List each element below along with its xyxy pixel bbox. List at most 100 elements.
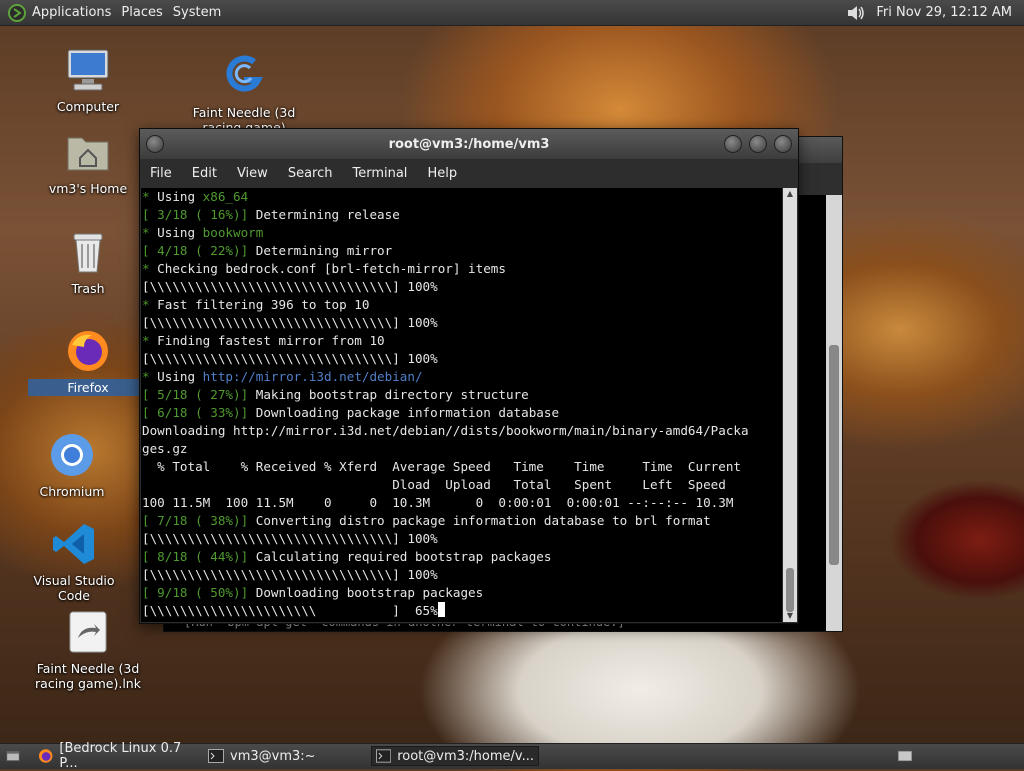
desktop-icon-chromium[interactable]: Chromium	[12, 431, 132, 500]
firefox-icon	[68, 331, 108, 371]
terminal-titlebar[interactable]: root@vm3:/home/vm3	[140, 129, 798, 159]
chromium-icon	[51, 434, 93, 476]
terminal-text: *	[142, 189, 158, 204]
desktop-icon-label: Trash	[71, 281, 105, 296]
faint-needle-icon	[226, 55, 263, 92]
terminal-line: [ 7/18 ( 38%)] Converting distro package…	[141, 512, 782, 530]
desktop-icon-computer[interactable]: Computer	[28, 46, 148, 115]
terminal-menubar: File Edit View Search Terminal Help	[140, 159, 798, 187]
desktop-icon-vscode[interactable]: Visual Studio Code	[14, 520, 134, 604]
terminal-text: [\\\\\\\\\\\\\\\\\\\\\\\\\\\\\\\\] 100%	[142, 315, 438, 330]
terminal-cursor	[437, 602, 445, 617]
volume-icon[interactable]	[846, 4, 866, 22]
desktop-icon-faint-needle[interactable]: Faint Needle (3d racing game)	[184, 52, 304, 136]
taskbar-item-terminal-root[interactable]: root@vm3:/home/v...	[371, 746, 539, 766]
menu-search[interactable]: Search	[278, 166, 343, 181]
terminal-line: Downloading http://mirror.i3d.net/debian…	[141, 422, 782, 440]
terminal-window[interactable]: root@vm3:/home/vm3 File Edit View Search…	[139, 128, 799, 624]
workspace-icon	[898, 750, 912, 762]
terminal-line: [ 9/18 ( 50%)] Downloading bootstrap pac…	[141, 584, 782, 602]
bottom-panel: [Bedrock Linux 0.7 P... vm3@vm3:~ root@v…	[0, 741, 1024, 771]
terminal-line: [ 4/18 ( 22%)] Determining mirror	[141, 242, 782, 260]
system-logo-icon[interactable]	[8, 3, 26, 22]
scroll-down-arrow-icon[interactable]: ▼	[783, 610, 797, 622]
trash-icon	[73, 233, 103, 273]
taskbar-item-label: vm3@vm3:~	[230, 748, 316, 764]
terminal-text: *	[142, 333, 158, 348]
terminal-text: *	[142, 369, 158, 384]
vscode-icon	[53, 524, 94, 564]
terminal-text: Using	[157, 189, 203, 204]
computer-icon	[67, 49, 109, 91]
terminal-line: 100 11.5M 100 11.5M 0 0 10.3M 0 0:00:01 …	[141, 494, 782, 512]
menu-file[interactable]: File	[140, 166, 182, 181]
terminal-text: Downloading package information database	[248, 405, 560, 420]
background-terminal-scrollbar[interactable]	[826, 195, 842, 631]
terminal-text: x86_64	[202, 189, 249, 204]
terminal-text: Finding fastest mirror from 10	[157, 333, 385, 348]
terminal-text: [\\\\\\\\\\\\\\\\\\\\\\\\\\\\\\\\] 100%	[142, 531, 438, 546]
desktop-icon-label: Chromium	[39, 484, 105, 499]
terminal-output[interactable]: * Using x86_64[ 3/18 ( 16%)] Determining…	[141, 188, 782, 622]
taskbar-item-label: root@vm3:/home/v...	[397, 748, 534, 764]
terminal-line: * Checking bedrock.conf [brl-fetch-mirro…	[141, 260, 782, 278]
scroll-up-arrow-icon[interactable]: ▲	[783, 188, 797, 200]
terminal-text: Converting distro package information da…	[248, 513, 711, 528]
terminal-text: Downloading bootstrap packages	[248, 585, 484, 600]
terminal-text: [ 5/18 ( 27%)]	[142, 387, 249, 402]
terminal-line: Dload Upload Total Spent Left Speed	[141, 476, 782, 494]
window-title: root@vm3:/home/vm3	[388, 136, 550, 152]
workspace-switcher[interactable]	[894, 746, 922, 766]
terminal-text: http://mirror.i3d.net/debian/	[202, 369, 423, 384]
terminal-text: Downloading http://mirror.i3d.net/debian…	[142, 423, 749, 438]
desktop-icon-faint-needle-lnk[interactable]: Faint Needle (3d racing game).lnk	[28, 608, 148, 692]
terminal-text: [\\\\\\\\\\\\\\\\\\\\\\ ] 65%	[142, 603, 438, 618]
terminal-line: [ 6/18 ( 33%)] Downloading package infor…	[141, 404, 782, 422]
home-folder-icon	[67, 137, 109, 171]
terminal-line: [\\\\\\\\\\\\\\\\\\\\\\\\\\\\\\\\] 100%	[141, 314, 782, 332]
terminal-text: Calculating required bootstrap packages	[248, 549, 552, 564]
desktop-icon-home[interactable]: vm3's Home	[28, 128, 148, 197]
terminal-scrollbar[interactable]: ▲ ▼	[783, 188, 797, 622]
terminal-line: [\\\\\\\\\\\\\\\\\\\\\\\\\\\\\\\\] 100%	[141, 350, 782, 368]
desktop-icon-label: Faint Needle (3d racing game).lnk	[35, 661, 141, 691]
taskbar-item-firefox[interactable]: [Bedrock Linux 0.7 P...	[34, 741, 202, 771]
menu-places[interactable]: Places	[121, 5, 172, 20]
clock[interactable]: Fri Nov 29, 12:12 AM	[876, 5, 1012, 20]
minimize-button[interactable]	[724, 135, 742, 153]
terminal-line: * Using bookworm	[141, 224, 782, 242]
menu-edit[interactable]: Edit	[182, 166, 227, 181]
terminal-text: [ 7/18 ( 38%)]	[142, 513, 249, 528]
terminal-text: Dload Upload Total Spent Left Speed	[142, 477, 726, 492]
terminal-line: [\\\\\\\\\\\\\\\\\\\\\\\\\\\\\\\\] 100%	[141, 566, 782, 584]
terminal-icon	[376, 749, 392, 763]
terminal-text: 100 11.5M 100 11.5M 0 0 10.3M 0 0:00:01 …	[142, 495, 734, 510]
menu-help[interactable]: Help	[417, 166, 467, 181]
menu-system[interactable]: System	[173, 5, 231, 20]
terminal-line: % Total % Received % Xferd Average Speed…	[141, 458, 782, 476]
close-button[interactable]	[774, 135, 792, 153]
terminal-text: [ 9/18 ( 50%)]	[142, 585, 249, 600]
terminal-line: * Using x86_64	[141, 188, 782, 206]
terminal-line: [ 3/18 ( 16%)] Determining release	[141, 206, 782, 224]
terminal-line: [\\\\\\\\\\\\\\\\\\\\\\\\\\\\\\\\] 100%	[141, 530, 782, 548]
taskbar-item-terminal-vm3[interactable]: vm3@vm3:~	[204, 746, 368, 766]
menu-applications[interactable]: Applications	[32, 5, 121, 20]
terminal-line: [\\\\\\\\\\\\\\\\\\\\\\ ] 65%	[141, 602, 782, 620]
menu-view[interactable]: View	[227, 166, 278, 181]
terminal-line: * Fast filtering 396 to top 10	[141, 296, 782, 314]
terminal-text: bookworm	[202, 225, 264, 240]
show-desktop-button[interactable]	[2, 746, 30, 766]
maximize-button[interactable]	[749, 135, 767, 153]
terminal-text: [ 8/18 ( 44%)]	[142, 549, 249, 564]
window-menu-button[interactable]	[146, 135, 164, 153]
terminal-text: Checking bedrock.conf [brl-fetch-mirror]…	[157, 261, 506, 276]
taskbar-item-label: [Bedrock Linux 0.7 P...	[59, 741, 182, 771]
menu-terminal[interactable]: Terminal	[342, 166, 417, 181]
terminal-text: ges.gz	[142, 441, 188, 456]
desktop-icon-trash[interactable]: Trash	[28, 228, 148, 297]
terminal-line: * Using http://mirror.i3d.net/debian/	[141, 368, 782, 386]
desktop-icon-firefox[interactable]: Firefox	[28, 327, 148, 396]
terminal-text: [\\\\\\\\\\\\\\\\\\\\\\\\\\\\\\\\] 100%	[142, 567, 438, 582]
scrollbar-thumb[interactable]	[786, 568, 794, 612]
